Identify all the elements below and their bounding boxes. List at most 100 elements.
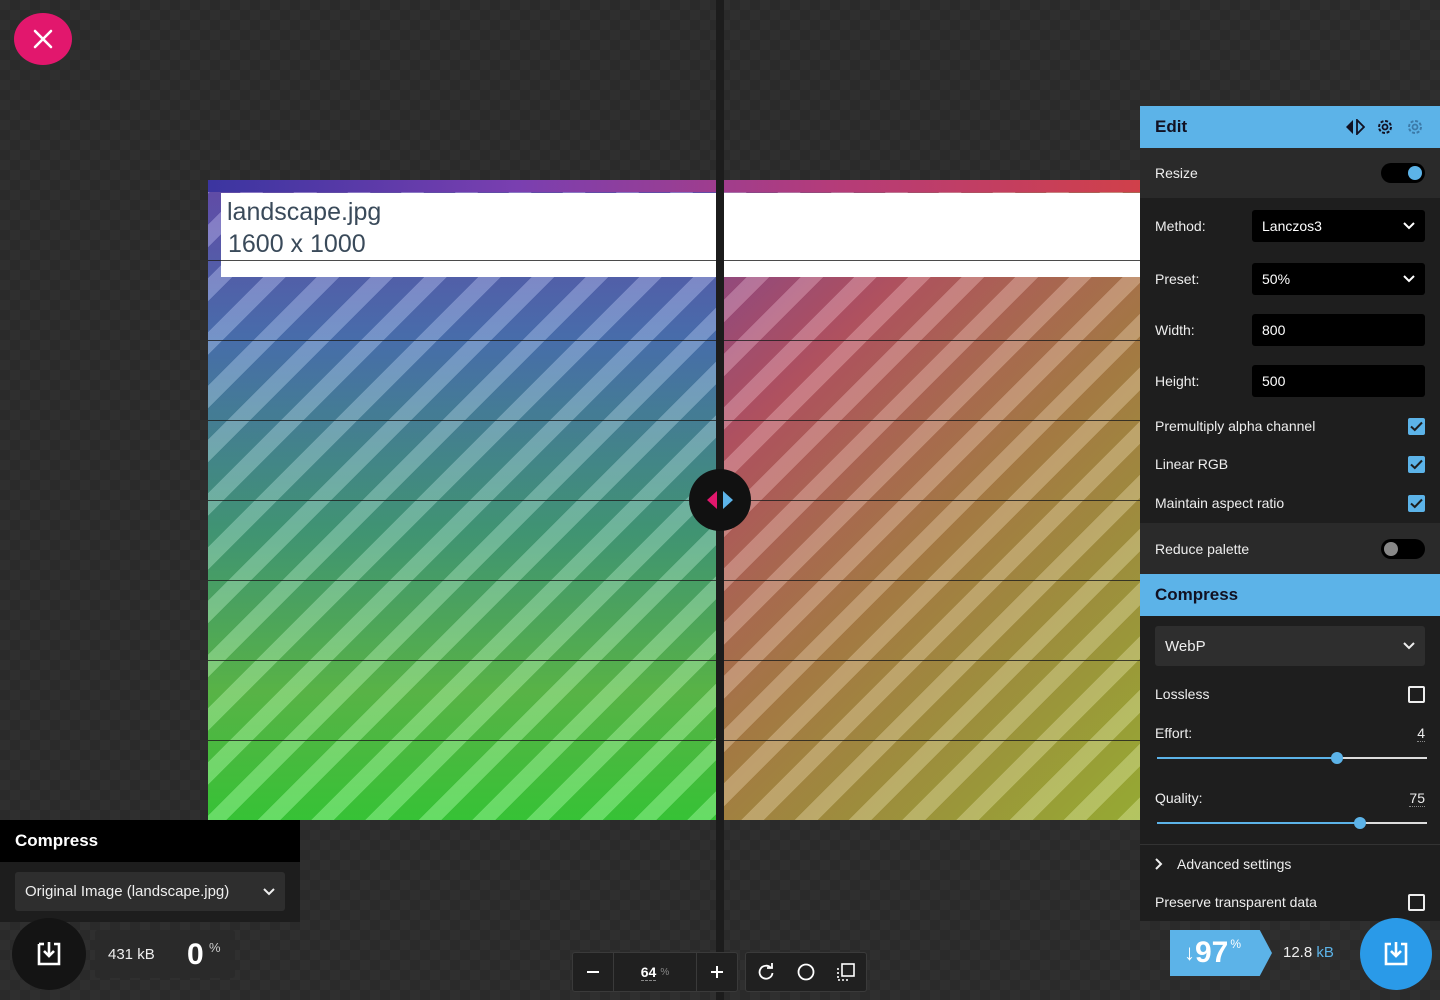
premultiply-checkbox[interactable] — [1408, 417, 1425, 435]
settings-gear-alt-icon[interactable] — [1405, 117, 1425, 137]
linear-rgb-label: Linear RGB — [1155, 456, 1229, 472]
image-dimensions: 1600 x 1000 — [228, 230, 366, 258]
options-panel: Edit Resize Method: Lanczos3 Preset: 50%… — [1140, 106, 1440, 921]
width-input[interactable]: 800 — [1252, 314, 1425, 346]
preserve-transparent-checkbox[interactable] — [1408, 893, 1425, 911]
image-line — [208, 500, 1140, 501]
preset-value: 50% — [1262, 271, 1291, 287]
resize-toggle[interactable] — [1381, 163, 1425, 183]
compress-title: Compress — [1140, 574, 1440, 616]
image-label-box: landscape.jpg 1600 x 1000 — [221, 193, 1140, 277]
settings-gear-icon[interactable] — [1375, 117, 1395, 137]
lossless-label: Lossless — [1155, 686, 1210, 702]
edit-title: Edit — [1155, 117, 1188, 136]
left-panel-title: Compress — [0, 820, 300, 862]
original-size-box: 431 kB 0 % — [95, 930, 235, 978]
circle-icon — [797, 963, 815, 981]
resize-toggle-knob — [1408, 166, 1422, 180]
source-select-value: Original Image (landscape.jpg) — [25, 883, 230, 900]
source-select[interactable]: Original Image (landscape.jpg) — [15, 872, 285, 911]
view-controls — [745, 952, 867, 992]
resize-row: Resize — [1140, 148, 1440, 198]
chevron-down-icon — [263, 887, 275, 895]
quality-label: Quality: — [1155, 790, 1203, 806]
left-options-panel: Compress Original Image (landscape.jpg) — [0, 820, 300, 922]
effort-label: Effort: — [1155, 725, 1193, 741]
method-value: Lanczos3 — [1262, 218, 1322, 234]
chevron-down-icon — [1403, 222, 1415, 230]
edit-header: Edit — [1140, 106, 1440, 148]
image-filename: landscape.jpg — [227, 198, 382, 226]
chevron-down-icon — [1403, 642, 1415, 650]
savings-badge: ↓ 97 % — [1170, 930, 1272, 976]
original-percent-sign: % — [209, 940, 221, 955]
compressed-size-value: 12.8 — [1283, 944, 1313, 961]
linear-rgb-row: Linear RGB — [1140, 452, 1440, 476]
method-row: Method: Lanczos3 — [1140, 210, 1440, 242]
check-icon — [1410, 498, 1423, 508]
height-row: Height: 500 — [1140, 365, 1440, 397]
side-by-side-button[interactable] — [826, 953, 866, 991]
zoom-out-button[interactable] — [573, 953, 613, 991]
format-select[interactable]: WebP — [1155, 626, 1425, 666]
width-label: Width: — [1155, 322, 1195, 338]
preserve-transparent-label: Preserve transparent data — [1155, 894, 1317, 910]
close-button[interactable] — [14, 13, 72, 65]
quality-slider-thumb[interactable] — [1353, 817, 1366, 829]
premultiply-row: Premultiply alpha channel — [1140, 414, 1440, 438]
width-row: Width: 800 — [1140, 314, 1440, 346]
quality-value[interactable]: 75 — [1409, 790, 1425, 807]
rotate-button[interactable] — [746, 953, 786, 991]
divider-handle[interactable] — [689, 469, 751, 531]
chevron-right-icon — [1155, 858, 1163, 870]
effort-row: Effort: 4 — [1140, 721, 1440, 745]
zoom-in-button[interactable] — [697, 953, 737, 991]
zoom-unit: % — [660, 966, 670, 978]
image-top-strip — [208, 180, 1140, 192]
savings-arrow: ↓ — [1184, 940, 1195, 965]
advanced-settings-toggle[interactable]: Advanced settings — [1140, 852, 1440, 876]
image-preview[interactable]: landscape.jpg 1600 x 1000 — [208, 180, 1140, 820]
quality-slider[interactable] — [1157, 817, 1427, 829]
plus-icon — [711, 966, 723, 978]
download-original-button[interactable] — [12, 918, 86, 990]
check-icon — [1410, 421, 1423, 431]
chevron-down-icon — [1403, 275, 1415, 283]
preset-label: Preset: — [1155, 271, 1200, 287]
lossless-checkbox[interactable] — [1408, 685, 1425, 703]
height-input[interactable]: 500 — [1252, 365, 1425, 397]
preset-row: Preset: 50% — [1140, 263, 1440, 295]
method-select[interactable]: Lanczos3 — [1252, 210, 1425, 242]
download-icon — [37, 942, 61, 966]
zoom-level[interactable]: 64 % — [613, 953, 697, 991]
maintain-aspect-label: Maintain aspect ratio — [1155, 495, 1285, 511]
section-divider — [1140, 844, 1440, 845]
linear-rgb-checkbox[interactable] — [1408, 455, 1425, 473]
download-compressed-button[interactable] — [1360, 918, 1432, 990]
original-size: 431 kB — [108, 945, 155, 963]
image-line — [208, 340, 1140, 341]
effort-slider-thumb[interactable] — [1331, 752, 1344, 764]
image-line — [208, 260, 1140, 261]
quality-row: Quality: 75 — [1140, 786, 1440, 810]
image-line — [208, 660, 1140, 661]
image-line — [208, 740, 1140, 741]
advanced-settings-label: Advanced settings — [1177, 856, 1292, 872]
compressed-size: 12.8 kB — [1283, 944, 1334, 961]
download-icon — [1384, 942, 1408, 966]
image-line — [208, 580, 1140, 581]
rotate-icon — [758, 963, 774, 980]
reduce-palette-toggle[interactable] — [1381, 538, 1425, 559]
preset-select[interactable]: 50% — [1252, 263, 1425, 295]
maintain-aspect-checkbox[interactable] — [1408, 494, 1425, 512]
compressed-size-unit: kB — [1316, 944, 1334, 961]
reduce-palette-label: Reduce palette — [1155, 540, 1250, 557]
effort-slider[interactable] — [1157, 752, 1427, 764]
close-icon — [33, 29, 53, 49]
height-value: 500 — [1262, 373, 1286, 389]
compare-arrows-icon[interactable] — [1345, 119, 1365, 135]
preserve-transparent-row: Preserve transparent data — [1140, 890, 1440, 914]
maintain-aspect-row: Maintain aspect ratio — [1140, 491, 1440, 515]
background-toggle-button[interactable] — [786, 953, 826, 991]
effort-value[interactable]: 4 — [1417, 725, 1425, 742]
